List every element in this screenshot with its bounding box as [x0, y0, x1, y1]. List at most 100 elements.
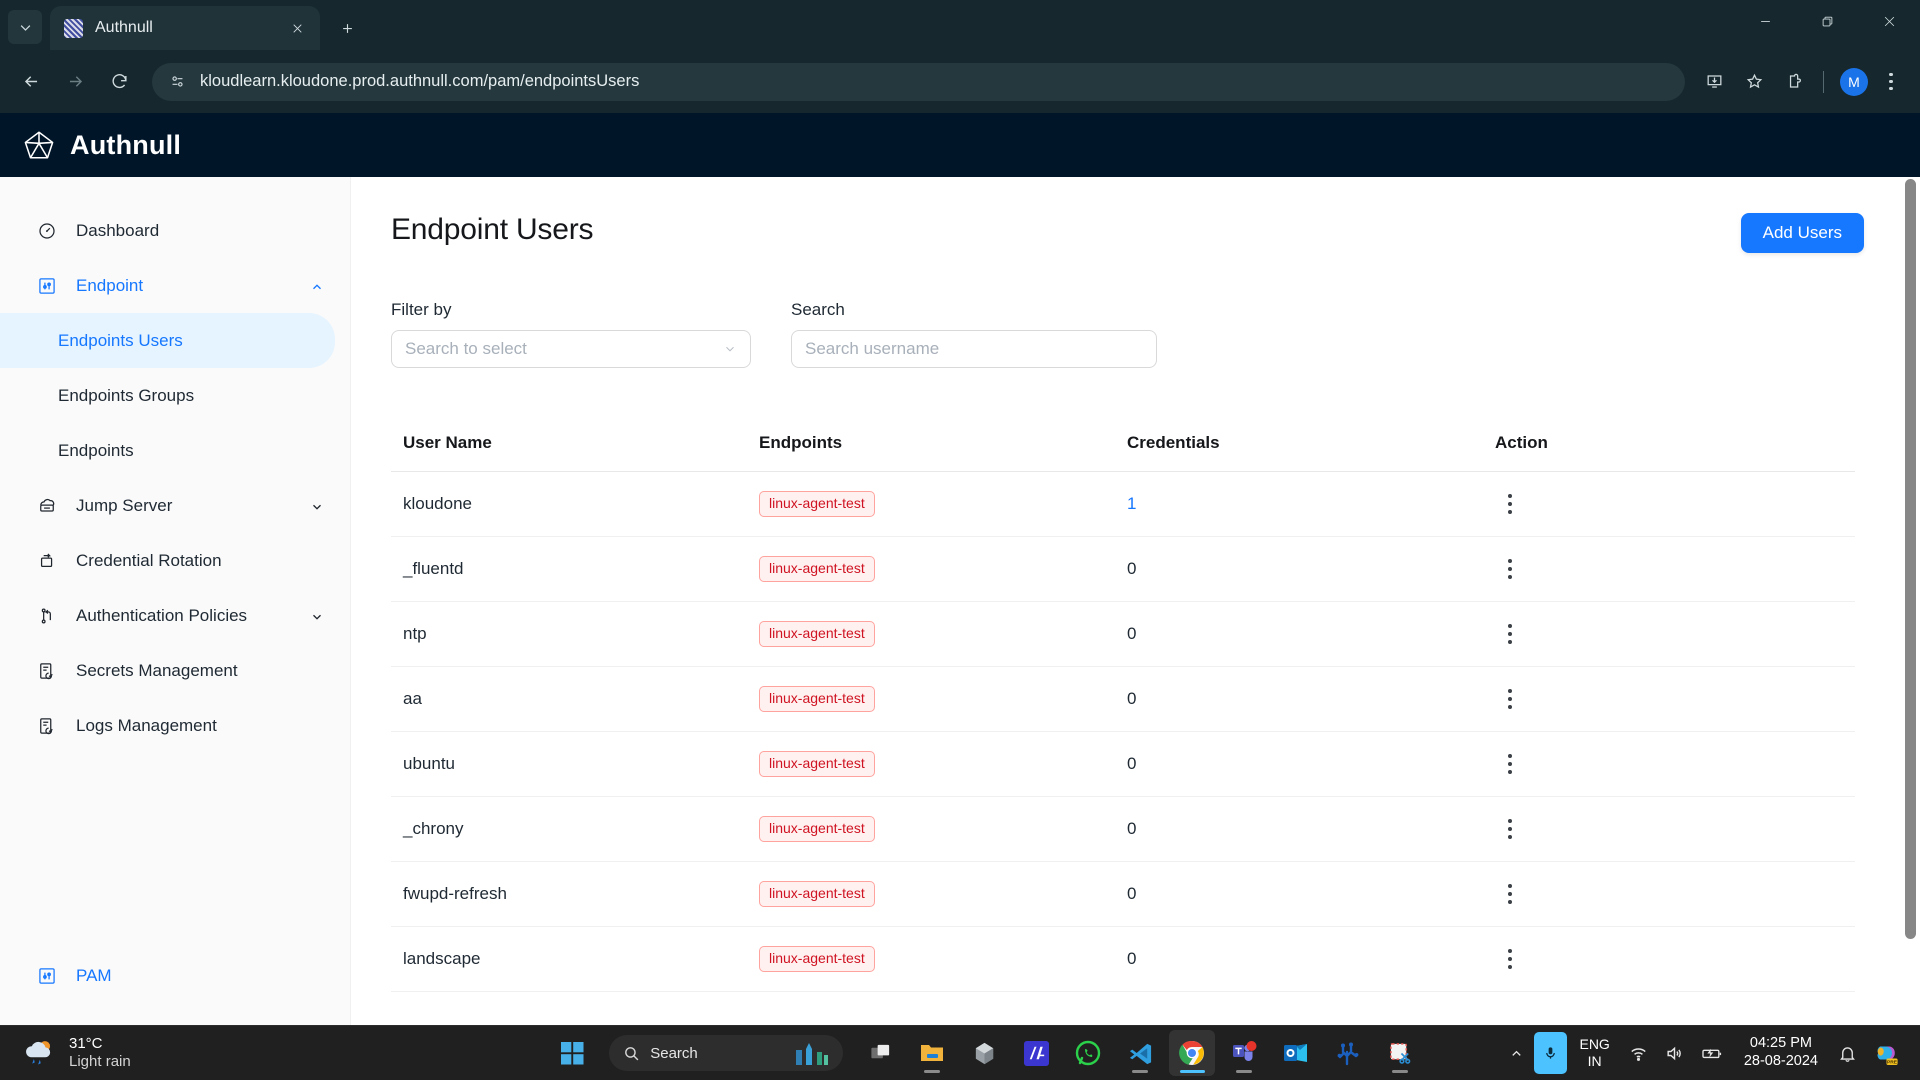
table-row[interactable]: landscape linux-agent-test 0 [391, 927, 1855, 992]
authnull-favicon [64, 18, 83, 38]
clock[interactable]: 04:25 PM 28-08-2024 [1734, 1035, 1828, 1070]
table-row[interactable]: aa linux-agent-test 0 [391, 667, 1855, 732]
cell-endpoints: linux-agent-test [759, 621, 1127, 647]
vertical-dots-icon[interactable] [1495, 819, 1525, 839]
tray-overflow-button[interactable] [1502, 1031, 1531, 1075]
table-row[interactable]: kloudone linux-agent-test 1 [391, 472, 1855, 537]
app-header: Authnull [0, 113, 1920, 177]
install-app-button[interactable] [1695, 63, 1733, 101]
chevron-down-icon[interactable] [310, 499, 324, 513]
sidebar-item-endpoints[interactable]: Endpoints [0, 423, 350, 478]
battery-button[interactable] [1694, 1031, 1731, 1075]
extensions-button[interactable] [1775, 63, 1813, 101]
wifi-button[interactable] [1622, 1031, 1655, 1075]
forward-button[interactable] [56, 63, 94, 101]
table-row[interactable]: ubuntu linux-agent-test 0 [391, 732, 1855, 797]
browser-menu-button[interactable] [1874, 63, 1908, 101]
microphone-button[interactable] [1534, 1032, 1568, 1074]
weather-temperature: 31°C [69, 1034, 103, 1052]
cell-action [1495, 689, 1855, 709]
vertical-dots-icon[interactable] [1495, 559, 1525, 579]
vscode-button[interactable] [1117, 1030, 1163, 1076]
vertical-dots-icon[interactable] [1495, 689, 1525, 709]
site-settings-icon[interactable] [166, 71, 188, 93]
sidebar-subitem-label: Endpoints Users [58, 330, 183, 350]
sidebar-item-logs-management[interactable]: Logs Management [0, 698, 350, 753]
sidebar-item-dashboard[interactable]: Dashboard [0, 203, 350, 258]
endpoint-tag[interactable]: linux-agent-test [759, 556, 875, 582]
chevron-down-icon[interactable] [310, 609, 324, 623]
vertical-dots-icon[interactable] [1495, 949, 1525, 969]
sidebar-item-pam[interactable]: PAM [0, 948, 350, 1003]
coral-app-button[interactable] [1325, 1030, 1371, 1076]
profile-avatar[interactable]: M [1840, 67, 1868, 96]
outlook-icon [1284, 1044, 1308, 1062]
start-button[interactable] [549, 1030, 595, 1076]
sidebar-item-authentication-policies[interactable]: Authentication Policies [0, 588, 350, 643]
3d-viewer-button[interactable] [961, 1030, 1007, 1076]
table-row[interactable]: ntp linux-agent-test 0 [391, 602, 1855, 667]
endpoint-tag[interactable]: linux-agent-test [759, 621, 875, 647]
sidebar-item-credential-rotation[interactable]: Credential Rotation [0, 533, 350, 588]
sidebar-item-secrets-management[interactable]: Secrets Management [0, 643, 350, 698]
taskbar-search[interactable]: Search [609, 1035, 844, 1071]
add-users-button[interactable]: Add Users [1740, 213, 1864, 253]
tab-search-button[interactable] [8, 10, 42, 44]
search-input[interactable]: Search username [791, 330, 1157, 368]
snipping-tool-button[interactable] [1377, 1030, 1423, 1076]
outlook-button[interactable] [1273, 1030, 1319, 1076]
sidebar-item-endpoints-users[interactable]: Endpoints Users [0, 313, 335, 368]
table-header: User Name Endpoints Credentials Action [391, 415, 1855, 472]
shield-doc-icon [36, 715, 58, 737]
notifications-button[interactable] [1831, 1031, 1864, 1075]
tab-close-button[interactable] [284, 15, 310, 41]
address-bar[interactable]: kloudlearn.kloudone.prod.authnull.com/pa… [152, 62, 1685, 101]
close-window-button[interactable] [1858, 0, 1920, 42]
tab-strip: Authnull [0, 0, 1920, 50]
task-view-button[interactable] [857, 1030, 903, 1076]
new-tab-button[interactable] [330, 11, 364, 45]
maximize-window-button[interactable] [1796, 0, 1858, 42]
volume-button[interactable] [1658, 1031, 1691, 1075]
language-indicator[interactable]: ENG IN [1570, 1036, 1618, 1069]
minimize-window-button[interactable] [1734, 0, 1796, 42]
back-button[interactable] [12, 63, 50, 101]
sidebar-item-jump-server[interactable]: Jump Server [0, 478, 350, 533]
endpoint-tag[interactable]: linux-agent-test [759, 491, 875, 517]
sidebar-item-label: Authentication Policies [76, 605, 248, 625]
cell-credentials[interactable]: 1 [1127, 494, 1495, 514]
table-row[interactable]: fwupd-refresh linux-agent-test 0 [391, 862, 1855, 927]
endpoint-tag[interactable]: linux-agent-test [759, 816, 875, 842]
browser-tab[interactable]: Authnull [50, 6, 320, 50]
whatsapp-button[interactable] [1065, 1030, 1111, 1076]
file-explorer-button[interactable] [909, 1030, 955, 1076]
filter-by-select[interactable]: Search to select [391, 330, 751, 368]
endpoint-tag[interactable]: linux-agent-test [759, 751, 875, 777]
reload-button[interactable] [100, 63, 138, 101]
table-row[interactable]: _fluentd linux-agent-test 0 [391, 537, 1855, 602]
sidebar-item-endpoints-groups[interactable]: Endpoints Groups [0, 368, 350, 423]
ia-app-button[interactable] [1013, 1030, 1059, 1076]
weather-widget[interactable]: 31°C Light rain [0, 1035, 470, 1072]
endpoint-tag[interactable]: linux-agent-test [759, 946, 875, 972]
toolbar-divider [1823, 70, 1824, 93]
chrome-button[interactable] [1169, 1030, 1216, 1076]
vertical-dots-icon[interactable] [1495, 754, 1525, 774]
sidebar-item-endpoint[interactable]: Endpoint [0, 258, 350, 313]
window-controls [1734, 0, 1920, 42]
content-scrollbar[interactable] [1905, 179, 1916, 939]
weather-condition: Light rain [69, 1053, 131, 1070]
vertical-dots-icon[interactable] [1495, 624, 1525, 644]
table-row[interactable]: _chrony linux-agent-test 0 [391, 797, 1855, 862]
cell-user-name: fwupd-refresh [403, 884, 507, 903]
chevron-up-icon[interactable] [310, 279, 324, 293]
endpoint-tag[interactable]: linux-agent-test [759, 686, 875, 712]
bookmark-button[interactable] [1735, 63, 1773, 101]
copilot-button[interactable]: PRE [1867, 1031, 1906, 1075]
cell-action [1495, 754, 1855, 774]
endpoint-tag[interactable]: linux-agent-test [759, 881, 875, 907]
teams-button[interactable] [1221, 1030, 1267, 1076]
vertical-dots-icon[interactable] [1495, 494, 1525, 514]
vertical-dots-icon[interactable] [1495, 884, 1525, 904]
brand-name: Authnull [70, 129, 182, 160]
